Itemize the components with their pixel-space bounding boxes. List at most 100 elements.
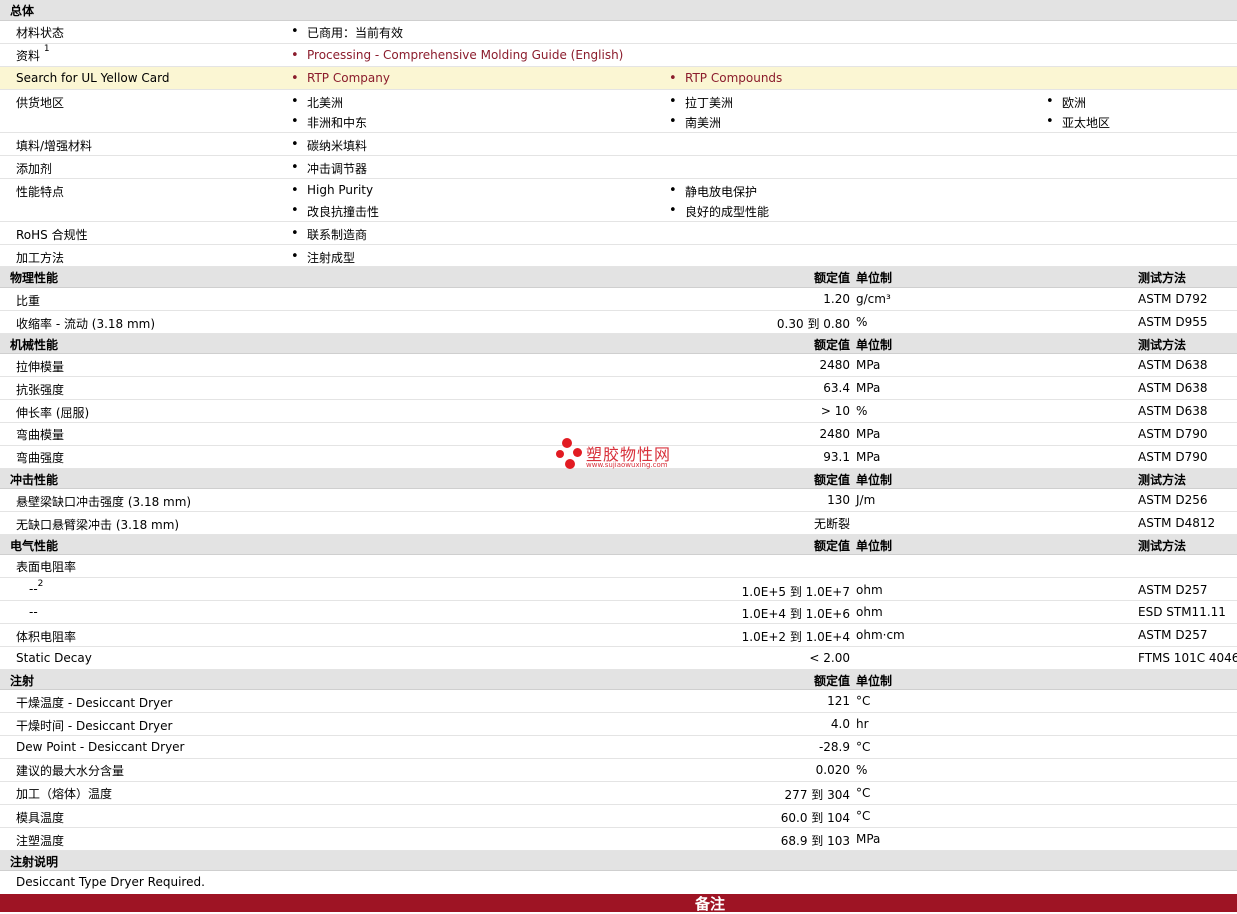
table-row: -- 1.0E+4 到 1.0E+6 ohm ESD STM11.11 — [0, 601, 1237, 624]
row-value: 121 — [827, 694, 850, 708]
row-value: 63.4 — [823, 381, 850, 395]
row-unit: hr — [856, 717, 869, 731]
column-test: 测试方法 — [1138, 539, 1187, 553]
row-label: --2 — [29, 579, 44, 596]
row-unit: ohm — [856, 605, 883, 619]
table-row: 无缺口悬臂梁冲击 (3.18 mm) 无断裂 ASTM D4812 — [0, 512, 1237, 535]
row-test: ASTM D256 — [1138, 493, 1208, 507]
row-label: Search for UL Yellow Card — [16, 71, 170, 85]
section-header-mechanical: 机械性能 额定值 单位制 测试方法 — [0, 334, 1237, 354]
rtp-company-link[interactable]: RTP Company — [291, 71, 390, 86]
section-header-physical: 物理性能 额定值 单位制 测试方法 — [0, 267, 1237, 288]
row-rohs: RoHS 合规性 联系制造商 — [0, 222, 1237, 245]
row-label: 弯曲模量 — [16, 428, 65, 442]
column-test: 测试方法 — [1138, 271, 1187, 285]
list-item: 改良抗撞击性 — [291, 203, 379, 220]
row-label: 建议的最大水分含量 — [16, 764, 125, 778]
list-item: 南美洲 — [669, 114, 721, 131]
row-value: 0.30 到 0.80 — [776, 317, 850, 331]
table-row: 表面电阻率 — [0, 555, 1237, 578]
row-test: ASTM D790 — [1138, 427, 1208, 441]
row-label: 性能特点 — [16, 185, 65, 199]
row-test: ASTM D4812 — [1138, 516, 1216, 530]
row-label: 伸长率 (屈服) — [16, 406, 90, 420]
row-unit: MPa — [856, 450, 881, 464]
row-test: ASTM D638 — [1138, 404, 1208, 418]
table-row: 悬壁梁缺口冲击强度 (3.18 mm) 130 J/m ASTM D256 — [0, 489, 1237, 512]
row-value: 1.0E+2 到 1.0E+4 — [741, 630, 850, 644]
table-row: 建议的最大水分含量 0.020 % — [0, 759, 1237, 782]
row-label: 添加剂 — [16, 162, 53, 176]
row-unit: % — [856, 315, 868, 329]
section-title: 总体 — [10, 4, 35, 18]
row-test: FTMS 101C 4046 — [1138, 651, 1237, 665]
table-row: 注塑温度 68.9 到 103 MPa — [0, 828, 1237, 851]
row-label: Static Decay — [16, 651, 92, 665]
logo-dot — [562, 438, 572, 448]
row-value: < 2.00 — [809, 651, 850, 665]
row-unit: J/m — [856, 493, 876, 507]
section-title: 电气性能 — [10, 539, 59, 553]
row-value: 1.0E+4 到 1.0E+6 — [741, 607, 850, 621]
table-row: 伸长率 (屈服) > 10 % ASTM D638 — [0, 400, 1237, 423]
list-item: High Purity — [291, 183, 373, 198]
row-value: 2480 — [819, 358, 850, 372]
table-row: 抗张强度 63.4 MPa ASTM D638 — [0, 377, 1237, 400]
row-value: 冲击调节器 — [291, 160, 367, 177]
column-nominal: 额定值 — [813, 473, 850, 487]
section-title: 注射 — [10, 674, 35, 688]
row-unit: % — [856, 763, 868, 777]
column-nominal: 额定值 — [813, 674, 850, 688]
row-value: 1.0E+5 到 1.0E+7 — [741, 585, 850, 599]
row-test: ASTM D257 — [1138, 628, 1208, 642]
table-row: 收缩率 - 流动 (3.18 mm) 0.30 到 0.80 % ASTM D9… — [0, 311, 1237, 334]
row-unit: % — [856, 404, 868, 418]
row-value: 277 到 304 — [784, 788, 850, 802]
section-title: 机械性能 — [10, 338, 59, 352]
section-header-injection-notes: 注射说明 — [0, 851, 1237, 871]
section-title: 冲击性能 — [10, 473, 59, 487]
row-label: 资料 1 — [16, 44, 50, 63]
row-value: 4.0 — [830, 717, 850, 731]
row-value: > 10 — [820, 404, 850, 418]
watermark-url: www.sujiaowuxing.com — [586, 461, 668, 469]
injection-notes-row: Desiccant Type Dryer Required. — [0, 871, 1237, 894]
row-test: ESD STM11.11 — [1138, 605, 1226, 619]
row-test: ASTM D638 — [1138, 381, 1208, 395]
row-value: 1.20 — [823, 292, 850, 306]
row-label: 材料状态 — [16, 26, 65, 40]
watermark-logo: 塑胶物性网 www.sujiaowuxing.com — [556, 438, 686, 472]
row-unit: g/cm³ — [856, 292, 891, 306]
row-additive: 添加剂 冲击调节器 — [0, 156, 1237, 179]
document-link[interactable]: Processing - Comprehensive Molding Guide… — [291, 48, 623, 63]
row-processing-method: 加工方法 注射成型 — [0, 245, 1237, 267]
table-row: --2 1.0E+5 到 1.0E+7 ohm ASTM D257 — [0, 578, 1237, 601]
row-value: 130 — [827, 493, 850, 507]
row-label: 加工（熔体）温度 — [16, 787, 113, 801]
table-row: 体积电阻率 1.0E+2 到 1.0E+4 ohm·cm ASTM D257 — [0, 624, 1237, 647]
row-label: 弯曲强度 — [16, 451, 65, 465]
row-unit: ohm — [856, 583, 883, 597]
row-unit: MPa — [856, 381, 881, 395]
row-ul-yellow-card: Search for UL Yellow Card RTP Company RT… — [0, 67, 1237, 90]
row-value: 60.0 到 104 — [780, 811, 850, 825]
logo-dot — [556, 450, 564, 458]
remarks-footer-bar: 备注 — [0, 894, 1237, 913]
rtp-compounds-link[interactable]: RTP Compounds — [669, 71, 782, 86]
row-label: 供货地区 — [16, 96, 65, 110]
row-label: 表面电阻率 — [16, 560, 77, 574]
row-test: ASTM D257 — [1138, 583, 1208, 597]
row-features: 性能特点 High Purity 静电放电保护 改良抗撞击性 良好的成型性能 — [0, 179, 1237, 222]
row-label: 无缺口悬臂梁冲击 (3.18 mm) — [16, 518, 180, 532]
list-item: 北美洲 — [291, 94, 343, 111]
table-row: Static Decay < 2.00 FTMS 101C 4046 — [0, 647, 1237, 670]
column-test: 测试方法 — [1138, 338, 1187, 352]
table-row: 拉伸模量 2480 MPa ASTM D638 — [0, 354, 1237, 377]
row-label: 体积电阻率 — [16, 630, 77, 644]
column-nominal: 额定值 — [813, 539, 850, 553]
list-item: 欧洲 — [1046, 94, 1086, 111]
row-label: 抗张强度 — [16, 383, 65, 397]
row-label: 拉伸模量 — [16, 360, 65, 374]
row-unit: °C — [856, 809, 871, 823]
row-test: ASTM D638 — [1138, 358, 1208, 372]
